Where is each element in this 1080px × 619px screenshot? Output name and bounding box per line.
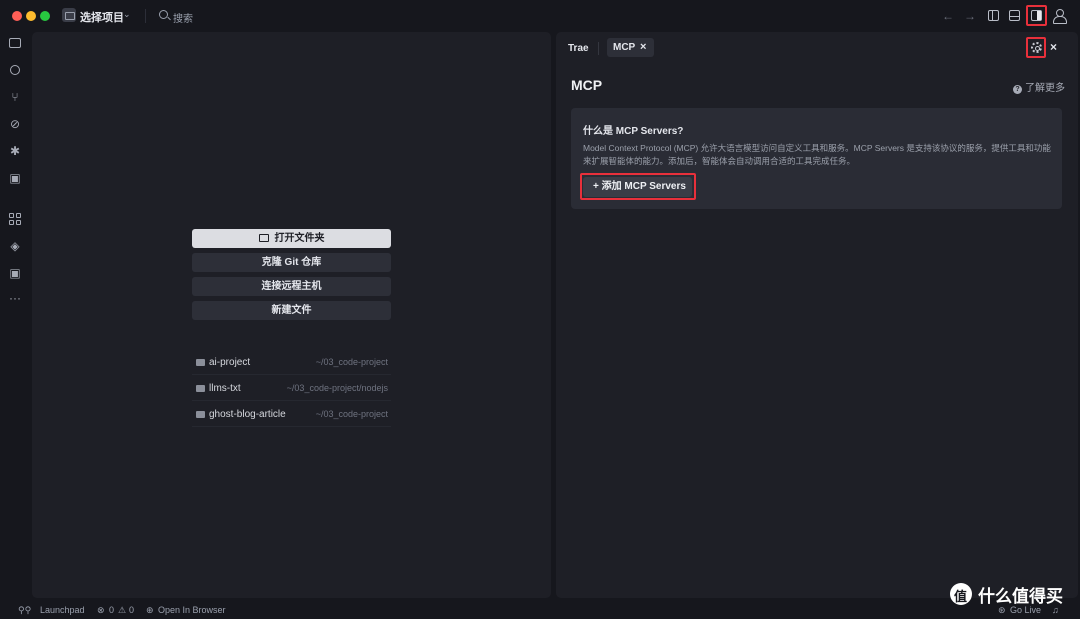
tab-mcp-label: MCP	[613, 42, 636, 53]
close-panel-icon[interactable]: ×	[1050, 40, 1057, 54]
error-count[interactable]: 0	[109, 605, 114, 615]
python-icon[interactable]: ◈	[9, 240, 21, 252]
folder-icon	[196, 359, 205, 366]
toggle-sidebar-icon[interactable]	[988, 10, 999, 21]
account-icon[interactable]	[1053, 9, 1067, 24]
project-selector[interactable]: 选择项目	[80, 9, 124, 25]
mcp-panel: Trae MCP × × MCP ? 了解更多 什么是 MCP Servers? …	[556, 32, 1078, 598]
folder-icon	[196, 385, 205, 392]
help-icon: ?	[1013, 85, 1022, 94]
toggle-panel-icon[interactable]	[1009, 10, 1020, 21]
chevron-down-icon[interactable]: ⌄	[123, 9, 131, 20]
divider	[145, 9, 146, 23]
open-folder-button[interactable]: 打开文件夹	[192, 229, 391, 248]
tab-close-icon[interactable]: ×	[640, 41, 646, 53]
source-control-icon[interactable]: ⑂	[9, 91, 21, 103]
watermark-text: 什么值得买	[978, 587, 1063, 606]
learn-more-link[interactable]: ? 了解更多	[1013, 79, 1065, 94]
card-title: 什么是 MCP Servers?	[583, 126, 684, 137]
recent-project-item[interactable]: ghost-blog-article ~/03_code-project	[192, 401, 391, 427]
recent-project-name: llms-txt	[209, 383, 241, 394]
warning-count[interactable]: 0	[129, 605, 134, 615]
folder-icon	[196, 411, 205, 418]
explorer-icon[interactable]	[9, 38, 21, 48]
highlight-frame	[1026, 37, 1046, 58]
launchpad-item[interactable]: Launchpad	[40, 605, 85, 615]
clone-git-button[interactable]: 克隆 Git 仓库	[192, 253, 391, 272]
status-bar: ⚲⚲ Launchpad ⊗ 0 ⚠ 0 ⊕ Open In Browser ⊛…	[0, 601, 1080, 619]
highlight-frame	[580, 173, 696, 200]
search-icon[interactable]	[10, 65, 20, 75]
extensions-icon[interactable]	[9, 213, 21, 225]
watermark-logo	[950, 583, 972, 605]
project-icon[interactable]	[62, 8, 76, 22]
recent-project-item[interactable]: llms-txt ~/03_code-project/nodejs	[192, 375, 391, 401]
activity-bar: ⑂ ⊘ ✱ ▣ ◈ ▣ ···	[0, 32, 30, 600]
card-description: Model Context Protocol (MCP) 允许大语言模型访问自定…	[583, 143, 1051, 166]
title-bar: 选择项目 ⌄ 搜索 ← →	[0, 0, 1080, 32]
robot-icon[interactable]: ▣	[9, 267, 21, 279]
recent-project-name: ai-project	[209, 357, 251, 368]
run-icon[interactable]: ▣	[9, 172, 21, 184]
minimize-window-button[interactable]	[26, 11, 36, 21]
highlight-frame	[1026, 5, 1047, 26]
page-title: MCP	[571, 77, 603, 93]
new-file-button[interactable]: 新建文件	[192, 301, 391, 320]
rocket-icon: ⚲⚲	[18, 605, 32, 615]
folder-icon	[258, 234, 269, 242]
globe-icon: ⊕	[146, 605, 154, 615]
recent-project-item[interactable]: ai-project ~/03_code-project	[192, 349, 391, 375]
search-icon	[159, 10, 168, 19]
maximize-window-button[interactable]	[40, 11, 50, 21]
connect-remote-button[interactable]: 连接远程主机	[192, 277, 391, 296]
close-window-button[interactable]	[12, 11, 22, 21]
more-icon[interactable]: ···	[9, 292, 21, 304]
recent-project-path: ~/03_code-project/nodejs	[286, 383, 388, 393]
tab-mcp[interactable]: MCP ×	[607, 38, 654, 57]
search-input[interactable]: 搜索	[173, 10, 193, 25]
open-in-browser-item[interactable]: Open In Browser	[158, 605, 226, 615]
arrow-back-icon[interactable]: ←	[942, 9, 954, 23]
error-icon: ⊗	[97, 605, 105, 615]
warning-icon: ⚠	[118, 605, 127, 615]
welcome-pane: 打开文件夹 克隆 Git 仓库 连接远程主机 新建文件 ai-project ~…	[32, 32, 551, 598]
recent-project-path: ~/03_code-project	[315, 409, 388, 419]
recent-project-path: ~/03_code-project	[315, 357, 388, 367]
tab-trae[interactable]: Trae	[568, 43, 589, 54]
recent-project-name: ghost-blog-article	[209, 409, 286, 420]
divider	[598, 42, 599, 55]
remote-icon[interactable]: ⊘	[9, 118, 21, 130]
mcp-info-card: 什么是 MCP Servers? Model Context Protocol …	[571, 108, 1062, 209]
arrow-forward-icon[interactable]: →	[964, 9, 976, 23]
debug-icon[interactable]: ✱	[9, 145, 21, 157]
